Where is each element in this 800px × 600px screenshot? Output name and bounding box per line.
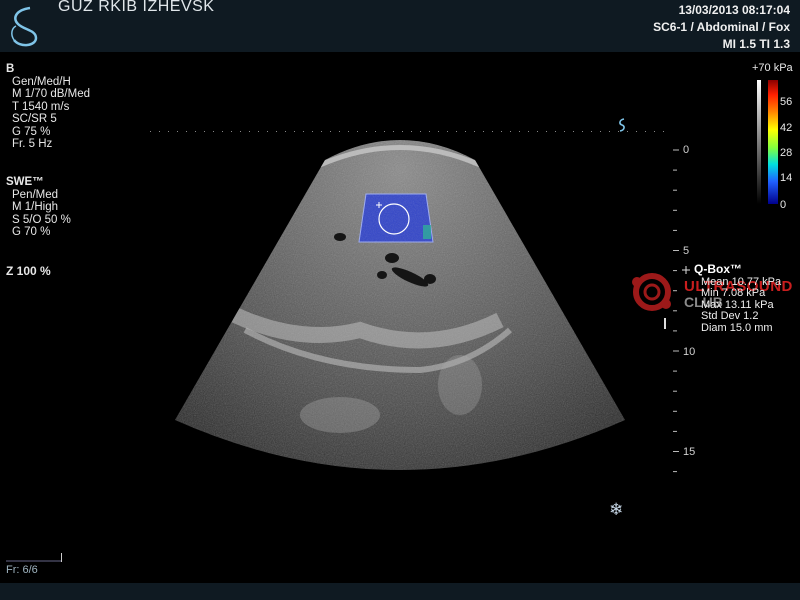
depth-label-5: 5 xyxy=(683,245,690,257)
snowflake-freeze-icon[interactable]: ❄ xyxy=(609,500,623,520)
cine-cursor[interactable] xyxy=(61,553,62,562)
grayscale-bar xyxy=(757,80,761,204)
depth-label-0: 0 xyxy=(683,144,690,156)
depth-label-15: 15 xyxy=(683,446,696,458)
elasticity-colorbar xyxy=(768,80,778,204)
ultrasound-image[interactable] xyxy=(0,0,800,600)
depth-label-10: 10 xyxy=(683,346,696,358)
focus-marker xyxy=(664,318,666,329)
colorbar-tick: 14 xyxy=(780,172,793,184)
bottom-bar xyxy=(0,583,800,600)
frame-counter: Fr: 6/6 xyxy=(6,564,38,576)
qbox-results: Mean 10.77 kPa Min 7.08 kPa Max 13.11 kP… xyxy=(701,276,781,334)
qbox-title: Q-Box™ xyxy=(694,262,742,276)
colorbar-tick: 42 xyxy=(780,122,793,134)
plus-marker xyxy=(682,266,690,274)
swe-color-box[interactable] xyxy=(358,193,434,243)
colorbar-tick: 56 xyxy=(780,96,793,108)
colorbar-tick: 0 xyxy=(780,199,787,211)
qbox-diam: Diam 15.0 mm xyxy=(701,321,773,334)
ultrasound-club-logo-icon xyxy=(632,273,671,311)
qbox-std: Std Dev 1.2 xyxy=(701,310,759,323)
colorbar-max-label: +70 kPa xyxy=(752,62,793,74)
colorbar-tick: 28 xyxy=(780,147,793,159)
cine-bar[interactable] xyxy=(6,560,62,562)
